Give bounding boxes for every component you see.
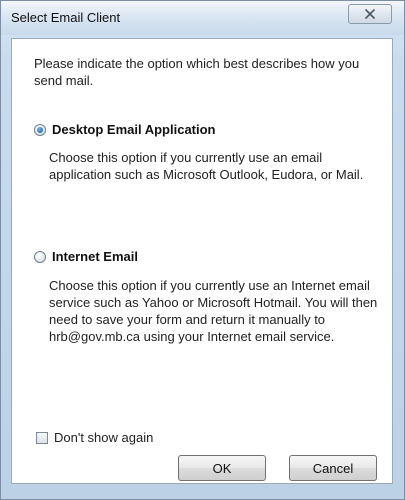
desktop-email-label: Desktop Email Application xyxy=(52,122,216,137)
internet-email-label: Internet Email xyxy=(52,249,138,264)
intro-text: Please indicate the option which best de… xyxy=(34,56,360,88)
ok-button[interactable]: OK xyxy=(178,455,266,481)
cancel-button[interactable]: Cancel xyxy=(289,455,377,481)
dialog-title: Select Email Client xyxy=(11,10,121,25)
dialog-content: Please indicate the option which best de… xyxy=(11,38,393,484)
desktop-email-description: Choose this option if you currently use … xyxy=(49,150,364,182)
desktop-email-radio[interactable] xyxy=(34,123,46,136)
close-button[interactable] xyxy=(348,4,392,24)
dont-show-again-checkbox[interactable] xyxy=(36,431,48,444)
dont-show-again-label: Don't show again xyxy=(54,430,154,445)
internet-email-description: Choose this option if you currently use … xyxy=(49,278,378,344)
option-internet-email[interactable]: Internet Email xyxy=(34,249,138,264)
close-icon xyxy=(365,9,375,19)
option-desktop-email[interactable]: Desktop Email Application xyxy=(34,122,216,137)
internet-email-radio[interactable] xyxy=(34,250,46,263)
dont-show-again-row[interactable]: Don't show again xyxy=(36,430,153,445)
title-bar: Select Email Client xyxy=(1,1,404,35)
select-email-client-dialog: Select Email Client Please indicate the … xyxy=(0,0,405,500)
